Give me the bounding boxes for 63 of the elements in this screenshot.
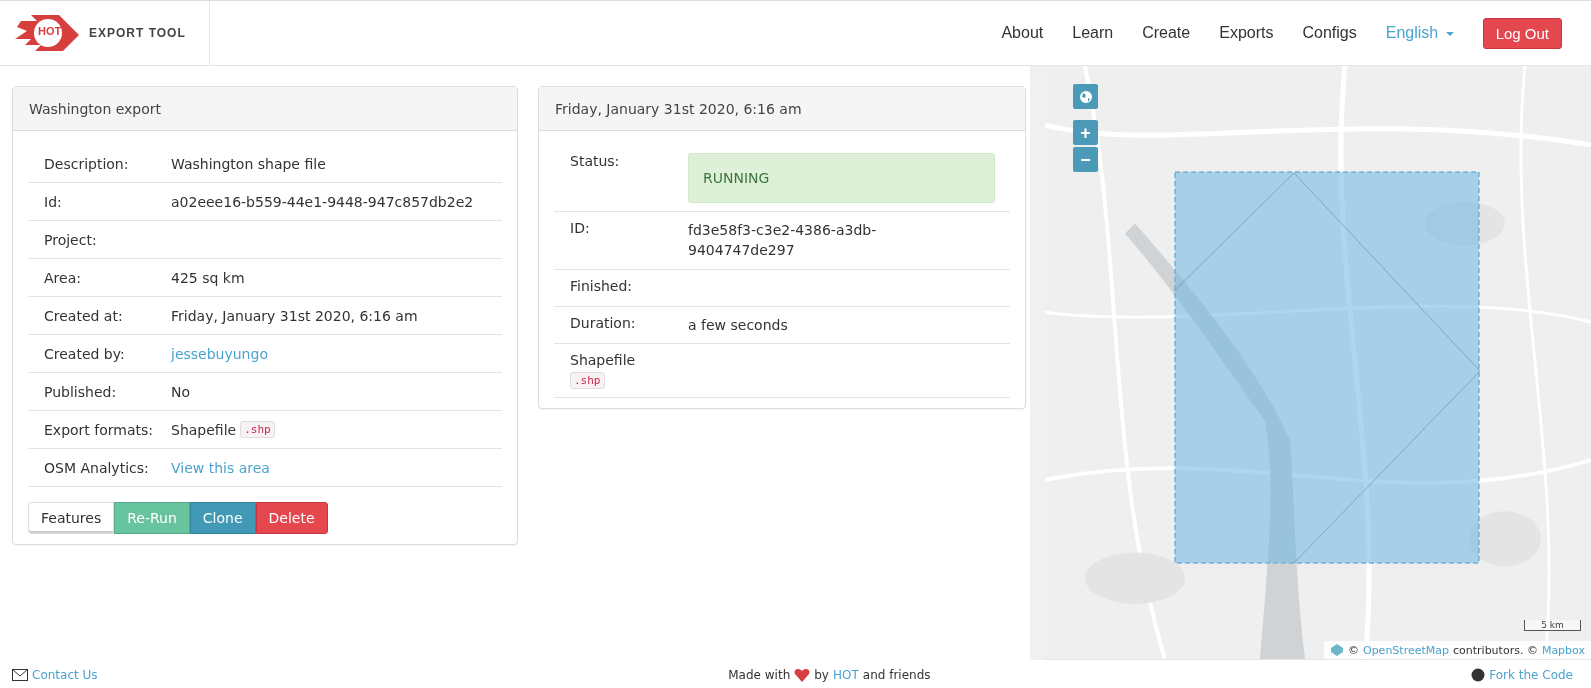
field-link[interactable]: View this area — [171, 459, 270, 476]
field-label: ID: — [569, 220, 591, 236]
zoom-in-button[interactable]: + — [1073, 120, 1098, 145]
field-value: a02eee16-b559-44e1-9448-947c857db2e2 — [171, 193, 474, 210]
field-value: Friday, January 31st 2020, 6:16 am — [171, 307, 418, 324]
panel-title: Friday, January 31st 2020, 6:16 am — [555, 100, 802, 117]
selection-area-drawing[interactable] — [1174, 171, 1480, 564]
attribution-link[interactable]: Mapbox — [1541, 643, 1585, 657]
attribution-text: © — [1347, 643, 1359, 657]
nav-link[interactable]: Learn — [1072, 24, 1114, 42]
file-name: Shapefile — [569, 351, 637, 368]
fork-link[interactable]: Fork the Code — [1471, 668, 1573, 682]
field-value: fd3e58f3-c3e2-4386-a3db-9404747de297 — [688, 221, 878, 261]
language-dropdown[interactable]: English — [1385, 24, 1454, 42]
format-code: .shp — [240, 421, 275, 438]
field-label: Project: — [43, 231, 98, 248]
app-title: EXPORT TOOL — [89, 26, 186, 40]
field-label: Created by: — [43, 345, 126, 362]
action-button[interactable]: Clone — [189, 502, 256, 534]
logo-text: HOT — [38, 25, 62, 37]
field-link[interactable]: jessebuyungo — [171, 345, 268, 362]
field-value: Shapefile — [171, 421, 237, 438]
nav-link[interactable]: Exports — [1219, 24, 1274, 42]
globe-button[interactable] — [1073, 84, 1098, 109]
footer-text: Made with — [728, 668, 791, 682]
field-label: Export formats: — [43, 421, 154, 438]
attribution-link[interactable]: OpenStreetMap — [1362, 643, 1449, 657]
nav-link[interactable]: Configs — [1302, 24, 1357, 42]
field-label: Area: — [43, 269, 82, 286]
field-label: Duration: — [569, 314, 637, 331]
mapbox-logo-icon — [1329, 643, 1344, 657]
status-alert: RUNNING — [688, 153, 995, 203]
nav-link[interactable]: About — [1001, 24, 1044, 42]
field-value: No — [171, 383, 191, 400]
field-label: Status: — [569, 153, 621, 169]
action-button[interactable]: Re-Run — [114, 502, 190, 534]
panel-title: Washington export — [29, 100, 162, 117]
heart-icon — [794, 668, 811, 682]
logo-icon — [15, 13, 79, 53]
contact-link[interactable]: Contact Us — [12, 668, 98, 682]
field-label: Description: — [43, 155, 130, 172]
action-button[interactable]: Delete — [255, 502, 328, 534]
field-value: a few seconds — [688, 315, 789, 335]
action-button[interactable]: Features — [28, 502, 115, 534]
format-code[interactable]: .shp — [570, 371, 605, 389]
field-label: OSM Analytics: — [43, 459, 150, 476]
footer-text: and friends — [862, 668, 931, 682]
field-value: Washington shape file — [171, 155, 326, 172]
scrollbar[interactable] — [1030, 66, 1045, 660]
field-label: Id: — [43, 193, 63, 210]
hot-link[interactable]: HOT — [832, 668, 859, 682]
globe-icon — [1078, 89, 1093, 104]
field-label: Finished: — [569, 277, 634, 294]
scale-bar: 5 km — [1524, 620, 1581, 631]
footer-text: by — [814, 668, 829, 682]
field-value: 425 sq km — [171, 269, 245, 286]
envelope-icon — [12, 669, 28, 681]
attribution-text: contributors. © — [1453, 643, 1538, 657]
field-label: Created at: — [43, 307, 124, 324]
zoom-out-button[interactable]: − — [1073, 147, 1098, 172]
nav-link[interactable]: Create — [1142, 24, 1191, 42]
field-label: Published: — [43, 383, 118, 400]
logout-button[interactable]: Log Out — [1482, 17, 1562, 49]
